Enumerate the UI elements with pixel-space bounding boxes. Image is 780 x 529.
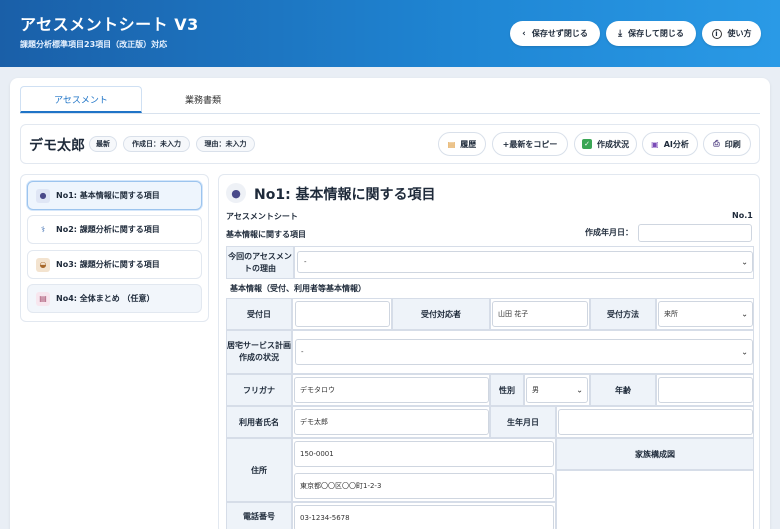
- phone-input[interactable]: 03-1234-5678: [294, 505, 554, 529]
- sub-label: 基本情報に関する項目: [226, 230, 306, 239]
- status-label: 作成状況: [597, 139, 629, 149]
- furigana-label: フリガナ: [226, 374, 292, 406]
- chevron-down-icon: ⌄: [741, 309, 748, 319]
- reason-label: 今回のアセスメントの理由: [226, 246, 294, 279]
- person-icon: ●: [36, 188, 50, 203]
- reason-select[interactable]: - ⌄: [297, 251, 753, 273]
- sidebar-item-no3[interactable]: ◒ No3: 課題分析に関する項目: [27, 250, 202, 279]
- reception-date-label: 受付日: [226, 298, 292, 330]
- user-name-label: 利用者氏名: [226, 406, 292, 438]
- reception-staff-input[interactable]: 山田 花子: [492, 301, 588, 327]
- tab-divider: [20, 113, 760, 114]
- gender-select[interactable]: 男 ⌄: [526, 377, 588, 403]
- sidebar-item-label: No4: 全体まとめ （任意）: [56, 294, 155, 303]
- info-icon: i: [711, 28, 722, 39]
- reception-method-label: 受付方法: [590, 298, 656, 330]
- tab-business-documents[interactable]: 業務書類: [142, 86, 264, 113]
- print-label: 印刷: [724, 139, 741, 149]
- help-button[interactable]: i 使い方: [702, 21, 761, 46]
- latest-badge: 最新: [89, 136, 117, 152]
- history-button[interactable]: ▤ 履歴: [438, 132, 486, 156]
- postal-code-input[interactable]: 150-0001: [294, 441, 554, 467]
- family-diagram-label: 家族構成図: [556, 438, 754, 470]
- basic-info-heading: 基本情報（受付、利用者等基本情報）: [230, 284, 366, 293]
- help-label: 使い方: [727, 29, 752, 38]
- history-icon: ▤: [447, 139, 456, 149]
- save-and-close-button[interactable]: ⤓ 保存して閉じる: [606, 21, 696, 46]
- created-date-input[interactable]: [638, 224, 752, 242]
- plan-status-label-line1: 居宅サービス計画: [227, 341, 291, 350]
- reason-badge: 理由：未入力: [196, 136, 255, 152]
- address-input[interactable]: 東京都〇〇区〇〇町1-2-3: [294, 473, 554, 499]
- reception-method-select[interactable]: 来所 ⌄: [658, 301, 753, 327]
- printer-icon: ⎙: [713, 139, 720, 148]
- reception-method-value: 来所: [664, 310, 678, 318]
- chevron-down-icon: ⌄: [576, 385, 583, 395]
- chevron-left-icon: ‹: [522, 28, 526, 39]
- plan-status-label-line2: 作成の状況: [239, 353, 279, 362]
- chevron-down-icon: ⌄: [741, 347, 748, 357]
- reason-value: -: [304, 258, 307, 266]
- sidebar-item-label: No3: 課題分析に関する項目: [56, 260, 160, 269]
- reception-date-input[interactable]: [295, 301, 390, 327]
- app-subtitle: 課題分析標準項目23項目（改正版）対応: [20, 40, 168, 49]
- age-input[interactable]: [658, 377, 753, 403]
- sidebar-item-no1[interactable]: ● No1: 基本情報に関する項目: [27, 181, 202, 210]
- created-date-label: 作成年月日：: [585, 228, 633, 237]
- sidebar-item-label: No2: 課題分析に関する項目: [56, 225, 160, 234]
- person-icon: ●: [226, 183, 246, 203]
- stethoscope-icon: ⚕: [40, 225, 46, 234]
- plan-status-select[interactable]: - ⌄: [295, 339, 753, 365]
- gender-label: 性別: [490, 374, 524, 406]
- birth-date-input[interactable]: [558, 409, 753, 435]
- tab-assessment[interactable]: アセスメント: [20, 86, 142, 113]
- print-button[interactable]: ⎙ 印刷: [703, 132, 751, 156]
- chevron-down-icon: ⌄: [741, 257, 748, 267]
- furigana-input[interactable]: デモタロウ: [294, 377, 489, 403]
- sidebar-item-no4[interactable]: ▤ No4: 全体まとめ （任意）: [27, 284, 202, 313]
- section-title: No1: 基本情報に関する項目: [254, 187, 436, 203]
- age-label: 年齢: [590, 374, 656, 406]
- sidebar-item-label: No1: 基本情報に関する項目: [56, 191, 160, 200]
- close-without-save-label: 保存せず閉じる: [531, 29, 588, 38]
- download-icon: ⤓: [618, 28, 623, 39]
- phone-label: 電話番号: [226, 502, 292, 529]
- save-and-close-label: 保存して閉じる: [628, 29, 684, 38]
- history-label: 履歴: [460, 139, 477, 149]
- sidebar-item-no2[interactable]: ⚕ No2: 課題分析に関する項目: [27, 215, 202, 244]
- app-title: アセスメントシート V3: [20, 15, 199, 34]
- created-date-badge: 作成日：未入力: [123, 136, 190, 152]
- sheet-number: No.1: [732, 211, 753, 220]
- family-diagram-area[interactable]: [556, 470, 754, 529]
- robot-icon: ▣: [651, 139, 659, 149]
- check-icon: ✓: [582, 139, 592, 149]
- plan-status-value: -: [301, 348, 304, 356]
- address-label: 住所: [226, 438, 292, 502]
- memo-icon: ▤: [36, 291, 50, 306]
- sheet-label: アセスメントシート: [226, 212, 298, 221]
- person-name: デモ太郎: [29, 138, 85, 154]
- ai-analysis-button[interactable]: ▣ AI分析: [642, 132, 698, 156]
- status-button[interactable]: ✓ 作成状況: [574, 132, 637, 156]
- gender-value: 男: [532, 386, 539, 394]
- basket-icon: ◒: [36, 257, 50, 272]
- user-name-input[interactable]: デモ太郎: [294, 409, 489, 435]
- ai-analysis-label: AI分析: [663, 139, 689, 149]
- birth-date-label: 生年月日: [490, 406, 556, 438]
- reception-staff-label: 受付対応者: [392, 298, 490, 330]
- close-without-save-button[interactable]: ‹ 保存せず閉じる: [510, 21, 600, 46]
- plan-status-label: 居宅サービス計画 作成の状況: [226, 330, 292, 374]
- copy-latest-button[interactable]: +最新をコピー: [492, 132, 568, 156]
